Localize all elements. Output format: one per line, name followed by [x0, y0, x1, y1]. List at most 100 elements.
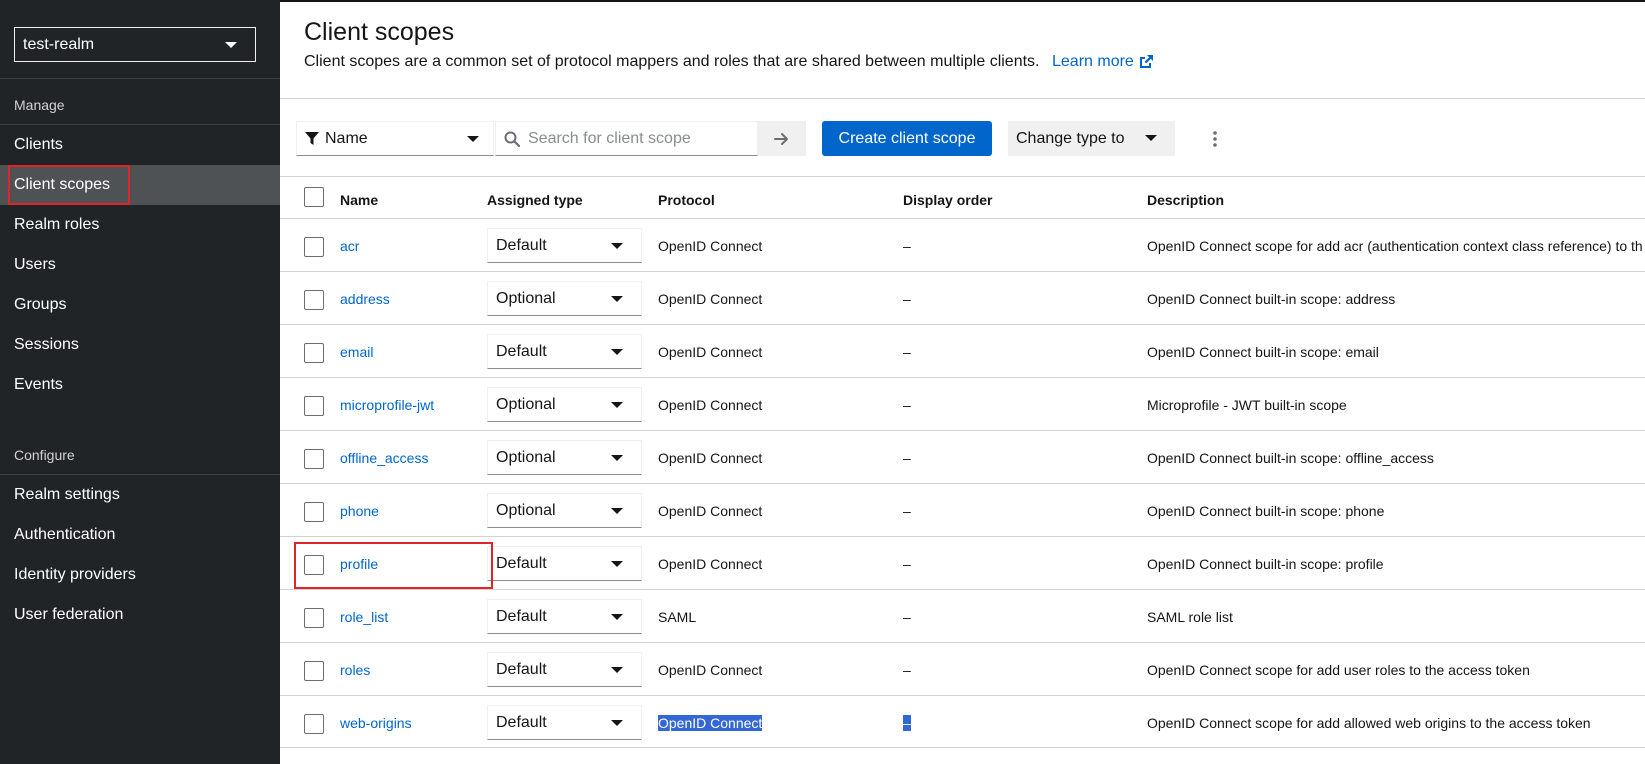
search-input[interactable] — [528, 129, 748, 148]
protocol-cell: OpenID Connect — [658, 291, 763, 307]
sidebar-item-realm-settings[interactable]: Realm settings — [0, 475, 280, 515]
learn-more-link[interactable]: Learn more — [1052, 53, 1154, 71]
assigned-type-select[interactable]: Optional — [487, 281, 642, 316]
caret-down-icon — [611, 561, 623, 567]
column-header-protocol[interactable]: Protocol — [658, 192, 715, 208]
display-order-cell: – — [903, 397, 911, 413]
column-header-assigned-type[interactable]: Assigned type — [487, 192, 583, 208]
protocol-cell: OpenID Connect — [658, 238, 763, 254]
sidebar-item-label: Events — [14, 376, 63, 393]
sidebar-item-label: Sessions — [14, 336, 79, 353]
select-all-checkbox[interactable] — [304, 187, 324, 207]
sidebar-item-label: Users — [14, 256, 56, 273]
filter-select-value: Name — [325, 129, 368, 147]
sidebar-item-label: Groups — [14, 296, 67, 313]
assigned-type-select[interactable]: Optional — [487, 440, 642, 475]
caret-down-icon — [1145, 135, 1157, 141]
sidebar-item-label: Realm settings — [14, 486, 120, 503]
description-cell: OpenID Connect scope for add allowed web… — [1147, 715, 1591, 731]
change-type-select[interactable]: Change type to — [1008, 121, 1175, 156]
client-scope-link[interactable]: email — [340, 344, 373, 360]
display-order-cell: – — [903, 503, 911, 519]
realm-select[interactable]: test-realm — [14, 27, 256, 62]
table-bottom-divider — [280, 747, 1645, 748]
description-cell: OpenID Connect built-in scope: address — [1147, 291, 1396, 307]
table-row — [280, 483, 1645, 536]
description-cell: OpenID Connect built-in scope: profile — [1147, 556, 1384, 572]
caret-down-icon — [611, 720, 623, 726]
row-checkbox[interactable] — [304, 608, 324, 628]
client-scope-link[interactable]: profile — [340, 556, 378, 572]
client-scope-link[interactable]: acr — [340, 238, 359, 254]
sidebar-item-label: User federation — [14, 606, 124, 623]
column-header-description: Description — [1147, 192, 1225, 208]
client-scope-link[interactable]: roles — [340, 662, 370, 678]
assigned-type-value: Optional — [496, 501, 556, 519]
table-row — [280, 589, 1645, 642]
assigned-type-select[interactable]: Default — [487, 705, 642, 740]
caret-down-icon — [611, 508, 623, 514]
description-cell: OpenID Connect built-in scope: phone — [1147, 503, 1385, 519]
filter-icon — [305, 131, 319, 145]
protocol-cell: OpenID Connect — [658, 662, 763, 678]
sidebar-item-identity-providers[interactable]: Identity providers — [0, 555, 280, 595]
protocol-cell: OpenID Connect — [658, 556, 763, 572]
row-checkbox[interactable] — [304, 714, 324, 734]
sidebar-item-realm-roles[interactable]: Realm roles — [0, 205, 280, 245]
description-cell: SAML role list — [1147, 609, 1233, 625]
table-row — [280, 536, 1645, 589]
row-checkbox[interactable] — [304, 396, 324, 416]
assigned-type-select[interactable]: Default — [487, 334, 642, 369]
column-header-display-order[interactable]: Display order — [903, 192, 992, 208]
assigned-type-select[interactable]: Default — [487, 652, 642, 687]
sidebar-item-events[interactable]: Events — [0, 365, 280, 405]
assigned-type-select[interactable]: Optional — [487, 387, 642, 422]
external-link-icon — [1139, 55, 1153, 68]
display-order-cell: – — [903, 715, 911, 731]
sidebar-item-users[interactable]: Users — [0, 245, 280, 285]
display-order-cell: – — [903, 238, 911, 254]
sidebar-item-groups[interactable]: Groups — [0, 285, 280, 325]
assigned-type-select[interactable]: Default — [487, 599, 642, 634]
client-scope-link[interactable]: microprofile-jwt — [340, 397, 434, 413]
row-checkbox[interactable] — [304, 237, 324, 257]
arrow-right-icon — [774, 132, 788, 145]
client-scope-link[interactable]: role_list — [340, 609, 388, 625]
row-checkbox[interactable] — [304, 343, 324, 363]
filter-select[interactable]: Name — [296, 121, 494, 156]
row-checkbox[interactable] — [304, 661, 324, 681]
sidebar-divider — [0, 78, 280, 79]
client-scope-link[interactable]: phone — [340, 503, 379, 519]
row-checkbox[interactable] — [304, 449, 324, 469]
client-scope-link[interactable]: address — [340, 291, 390, 307]
kebab-menu-button[interactable] — [1205, 121, 1225, 156]
assigned-type-select[interactable]: Default — [487, 228, 642, 263]
sidebar-item-clients[interactable]: Clients — [0, 125, 280, 165]
assigned-type-select[interactable]: Default — [487, 546, 642, 581]
create-client-scope-button[interactable]: Create client scope — [822, 121, 992, 156]
search-submit-button[interactable] — [758, 121, 806, 156]
protocol-cell: OpenID Connect — [658, 450, 763, 466]
row-checkbox[interactable] — [304, 555, 324, 575]
table-row — [280, 271, 1645, 324]
table-row — [280, 377, 1645, 430]
sidebar-item-client-scopes[interactable]: Client scopes — [0, 165, 280, 205]
row-checkbox[interactable] — [304, 502, 324, 522]
sidebar-item-sessions[interactable]: Sessions — [0, 325, 280, 365]
protocol-cell: SAML — [658, 609, 697, 625]
row-checkbox[interactable] — [304, 290, 324, 310]
sidebar-item-user-federation[interactable]: User federation — [0, 595, 280, 635]
column-header-name[interactable]: Name — [340, 192, 378, 208]
client-scope-link[interactable]: offline_access — [340, 450, 428, 466]
assigned-type-value: Optional — [496, 448, 556, 466]
sidebar-item-label: Identity providers — [14, 566, 136, 583]
kebab-icon — [1213, 130, 1217, 147]
learn-more-label: Learn more — [1052, 53, 1134, 70]
sidebar-item-authentication[interactable]: Authentication — [0, 515, 280, 555]
client-scope-link[interactable]: web-origins — [340, 715, 412, 731]
caret-down-icon — [225, 42, 237, 48]
assigned-type-value: Default — [496, 342, 547, 360]
caret-down-icon — [611, 667, 623, 673]
assigned-type-select[interactable]: Optional — [487, 493, 642, 528]
header-divider — [280, 98, 1645, 99]
